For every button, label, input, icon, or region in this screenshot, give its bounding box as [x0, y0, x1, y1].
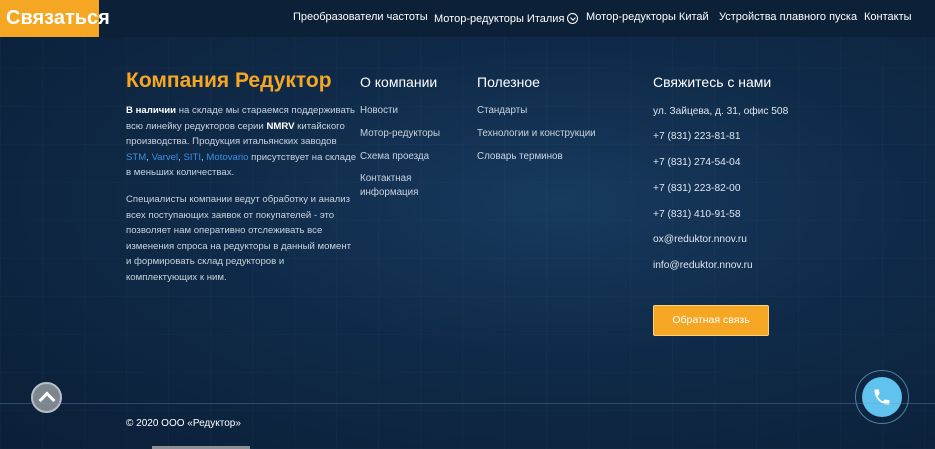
email-link-2[interactable]: info@reduktor.nnov.ru	[653, 260, 753, 271]
phone-icon[interactable]	[862, 377, 902, 417]
footer-divider	[0, 403, 935, 404]
nmrv-bold: NMRV	[266, 120, 295, 132]
brand-link-varvel[interactable]: Varvel	[152, 152, 178, 163]
contacts-column-title: Свяжитесь с нами	[653, 74, 772, 90]
phone-link-2[interactable]: +7 (831) 274-54-04	[653, 157, 741, 168]
nav-item-frequency-converters[interactable]: Преобразователи частоты	[293, 11, 428, 23]
nav-item-soft-starters[interactable]: Устройства плавного пуска	[719, 11, 857, 23]
nav-item-gearmotors-china[interactable]: Мотор-редукторы Китай	[586, 11, 709, 23]
link-standards[interactable]: Стандарты	[477, 105, 527, 116]
link-contact-info-line1[interactable]: Контактная	[360, 173, 411, 184]
link-glossary[interactable]: Словарь терминов	[477, 151, 563, 162]
link-directions[interactable]: Схема проезда	[360, 151, 429, 162]
link-gearmotors[interactable]: Мотор-редукторы	[360, 128, 440, 139]
company-description: В наличии на складе мы стараемся поддерж…	[126, 103, 358, 181]
useful-column-title: Полезное	[477, 74, 540, 90]
nav-item-gearmotors-italy-label: Мотор-редукторы Италия	[434, 13, 565, 25]
contact-us-button[interactable]: Связаться	[0, 0, 110, 37]
brand-link-siti[interactable]: SITI	[183, 152, 201, 163]
phone-link-4[interactable]: +7 (831) 410-91-58	[653, 209, 741, 220]
about-column-title: О компании	[360, 74, 438, 90]
brand-link-stm[interactable]: STM	[126, 152, 146, 163]
link-news[interactable]: Новости	[360, 105, 398, 116]
phone-link-1[interactable]: +7 (831) 223-81-81	[653, 131, 741, 142]
in-stock-bold: В наличии	[126, 105, 177, 116]
company-analysis-text: Специалисты компании ведут обработку и а…	[126, 194, 352, 283]
nav-item-contacts[interactable]: Контакты	[864, 11, 912, 23]
nav-item-gearmotors-italy[interactable]: Мотор-редукторы Италия	[434, 11, 579, 25]
address-text: ул. Зайцева, д. 31, офис 508	[653, 106, 789, 117]
brand-link-motovario[interactable]: Motovario	[206, 152, 248, 163]
link-technologies[interactable]: Технологии и конструкции	[477, 128, 596, 139]
phone-link-3[interactable]: +7 (831) 223-82-00	[653, 183, 741, 194]
email-link-1[interactable]: ox@reduktor.nnov.ru	[653, 234, 747, 245]
callback-button[interactable]: Обратная связь	[653, 305, 769, 336]
chevron-up-icon[interactable]	[31, 382, 62, 413]
company-title: Компания Редуктор	[126, 69, 332, 92]
copyright-text: © 2020 ООО «Редуктор»	[126, 418, 241, 429]
link-contact-info-line2[interactable]: информация	[360, 187, 418, 198]
chevron-down-icon[interactable]	[567, 13, 579, 24]
top-navigation-bar: Связаться Преобразователи частоты Мотор-…	[0, 0, 935, 37]
